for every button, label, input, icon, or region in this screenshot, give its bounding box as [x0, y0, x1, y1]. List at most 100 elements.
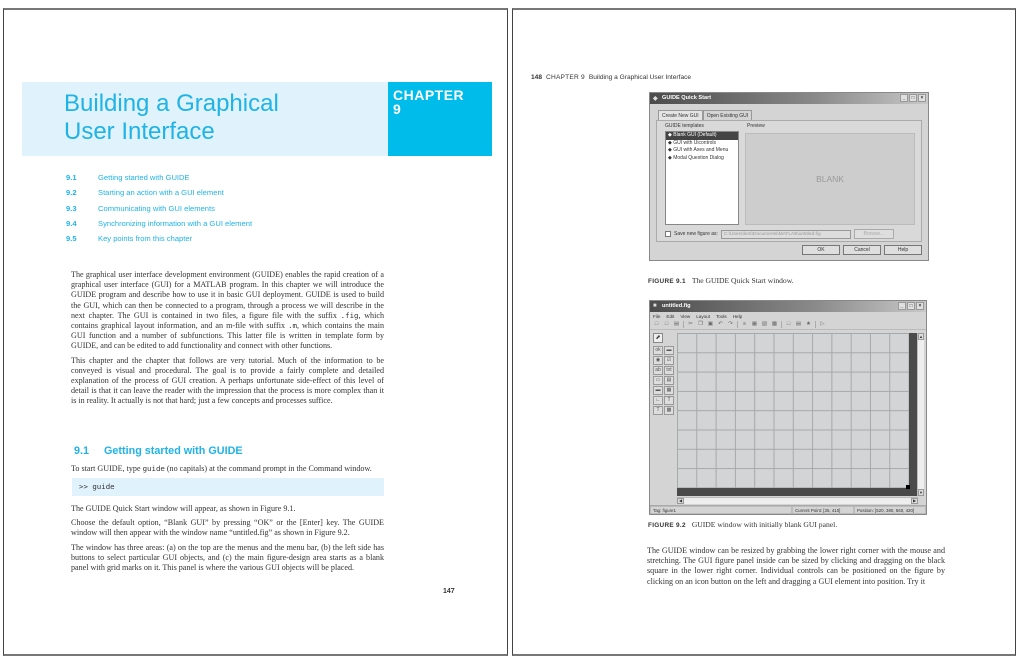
figure-caption: FIGURE 9.1 The GUIDE Quick Start window.: [648, 276, 794, 285]
copy-icon[interactable]: ❐: [697, 321, 704, 328]
edit-text-tool[interactable]: ab: [653, 366, 663, 375]
resize-handle[interactable]: [906, 485, 910, 489]
template-item[interactable]: ◆ GUI with Axes and Menu: [666, 147, 738, 155]
figure-label: FIGURE 9.1: [648, 278, 686, 285]
left-page: Building a Graphical User Interface CHAP…: [3, 8, 508, 656]
toolbar-editor-icon[interactable]: ▩: [771, 321, 778, 328]
push-button-tool[interactable]: ok: [653, 346, 663, 355]
template-item[interactable]: ◆ Blank GUI (Default): [666, 132, 738, 140]
guide-quick-start-window: ◆ GUIDE Quick Start _ □ × Create New GUI…: [649, 92, 929, 261]
table-tool[interactable]: ▦: [664, 386, 674, 395]
radio-button-tool[interactable]: ◉: [653, 356, 663, 365]
menu-edit[interactable]: Edit: [666, 314, 674, 319]
static-text-tool[interactable]: txt: [664, 366, 674, 375]
panel-tool[interactable]: T: [664, 396, 674, 405]
property-inspector-icon[interactable]: ▤: [795, 321, 802, 328]
tab-order-icon[interactable]: ▧: [761, 321, 768, 328]
inline-code: .fig: [340, 310, 359, 320]
scroll-down-icon[interactable]: ▼: [918, 489, 924, 496]
ok-button[interactable]: OK: [802, 245, 840, 255]
figure-label: FIGURE 9.2: [648, 522, 686, 529]
preview-text: BLANK: [816, 174, 844, 184]
menu-bar: File Edit View Layout Tools Help: [650, 312, 926, 320]
select-arrow-icon[interactable]: ⬈: [653, 333, 663, 343]
paragraph: Choose the default option, “Blank GUI” b…: [71, 518, 384, 538]
save-checkbox[interactable]: [665, 231, 671, 237]
horizontal-scrollbar[interactable]: ◀ ▶: [677, 497, 918, 504]
template-item[interactable]: ◆ Modal Question Dialog: [666, 155, 738, 163]
preview-panel: BLANK: [745, 133, 915, 225]
template-label: GUI with Uicontrols: [673, 139, 717, 146]
chapter-title: Building a Graphical User Interface: [64, 90, 384, 146]
toc-item[interactable]: 9.1 Getting started with GUIDE: [66, 170, 252, 185]
running-head-title: Building a Graphical User Interface: [588, 74, 692, 81]
paste-icon[interactable]: ▣: [707, 321, 714, 328]
chapter-number-box: CHAPTER 9: [388, 82, 492, 156]
menu-tools[interactable]: Tools: [716, 314, 727, 319]
scroll-right-icon[interactable]: ▶: [911, 498, 918, 504]
toc-number: 9.2: [66, 188, 77, 198]
chapter-banner: Building a Graphical User Interface CHAP…: [22, 82, 492, 156]
text-run: (no capitals) at the command prompt in t…: [164, 464, 372, 473]
section-intro: To start GUIDE, type guide (no capitals)…: [71, 464, 391, 478]
button-group-tool[interactable]: T: [653, 406, 663, 415]
mfile-editor-icon[interactable]: □: [785, 321, 792, 328]
close-icon[interactable]: ×: [918, 94, 926, 102]
run-icon[interactable]: ▷: [819, 321, 826, 328]
chapter-title-line1: Building a Graphical: [64, 90, 279, 117]
chapter-label: CHAPTER: [393, 87, 465, 103]
minimize-icon[interactable]: _: [900, 94, 908, 102]
save-path-field[interactable]: C:\Users\lent\Documents\MATLAB\untitled.…: [720, 229, 851, 239]
axes-tool[interactable]: ∟: [653, 396, 663, 405]
figure-design-area[interactable]: [677, 333, 918, 496]
maximize-icon[interactable]: □: [907, 302, 915, 310]
templates-list[interactable]: ◆ Blank GUI (Default) ◆ GUI with Uicontr…: [665, 131, 739, 225]
object-browser-icon[interactable]: ★: [805, 321, 812, 328]
toc-item[interactable]: 9.4 Synchronizing information with a GUI …: [66, 216, 252, 231]
window-titlebar[interactable]: ■ untitled.fig _ □ ×: [650, 301, 926, 312]
cut-icon[interactable]: ✂: [687, 321, 694, 328]
help-button[interactable]: Help: [884, 245, 922, 255]
paragraph: The window has three areas: (a) on the t…: [71, 542, 384, 573]
save-icon[interactable]: ▤: [673, 321, 680, 328]
align-icon[interactable]: ≡: [741, 321, 748, 328]
scroll-left-icon[interactable]: ◀: [677, 498, 684, 504]
status-current-point: Current Point: [35, 410]: [792, 506, 854, 514]
menu-help[interactable]: Help: [733, 314, 742, 319]
undo-icon[interactable]: ↶: [717, 321, 724, 328]
redo-icon[interactable]: ↷: [727, 321, 734, 328]
layout-grid[interactable]: [677, 333, 909, 488]
menu-editor-icon[interactable]: ▦: [751, 321, 758, 328]
toc-item[interactable]: 9.2 Starting an action with a GUI element: [66, 185, 252, 200]
minimize-icon[interactable]: _: [898, 302, 906, 310]
vertical-scrollbar[interactable]: ▲ ▼: [917, 333, 924, 496]
body-text: The GUIDE window can be resized by grabb…: [647, 546, 945, 591]
slider-tool[interactable]: ▬: [664, 346, 674, 355]
toc-item[interactable]: 9.5 Key points from this chapter: [66, 231, 252, 246]
toolbar-separator: [781, 321, 782, 328]
template-item[interactable]: ◆ GUI with Uicontrols: [666, 140, 738, 148]
menu-view[interactable]: View: [680, 314, 690, 319]
listbox-tool[interactable]: ▤: [664, 376, 674, 385]
open-icon[interactable]: □: [663, 321, 670, 328]
toc-label: Key points from this chapter: [98, 234, 193, 244]
popup-menu-tool[interactable]: ▭: [653, 376, 663, 385]
checkbox-tool[interactable]: ☑: [664, 356, 674, 365]
paragraph: The GUIDE window can be resized by grabb…: [647, 546, 945, 586]
menu-file[interactable]: File: [653, 314, 660, 319]
new-icon[interactable]: □: [653, 321, 660, 328]
scroll-up-icon[interactable]: ▲: [918, 333, 924, 340]
menu-layout[interactable]: Layout: [696, 314, 710, 319]
page-number: 148: [531, 74, 543, 81]
close-icon[interactable]: ×: [916, 302, 924, 310]
maximize-icon[interactable]: □: [909, 94, 917, 102]
toc-item[interactable]: 9.3 Communicating with GUI elements: [66, 201, 252, 216]
status-bar: Tag: figure1 Current Point: [35, 410] Po…: [650, 505, 926, 514]
caption-text: GUIDE window with initially blank GUI pa…: [691, 520, 838, 529]
cancel-button[interactable]: Cancel: [843, 245, 881, 255]
toggle-button-tool[interactable]: ▬: [653, 386, 663, 395]
activex-tool[interactable]: ▩: [664, 406, 674, 415]
chapter-toc: 9.1 Getting started with GUIDE 9.2 Startin…: [66, 170, 252, 246]
browse-button[interactable]: Browse...: [853, 229, 894, 239]
window-titlebar[interactable]: ◆ GUIDE Quick Start _ □ ×: [650, 93, 928, 104]
